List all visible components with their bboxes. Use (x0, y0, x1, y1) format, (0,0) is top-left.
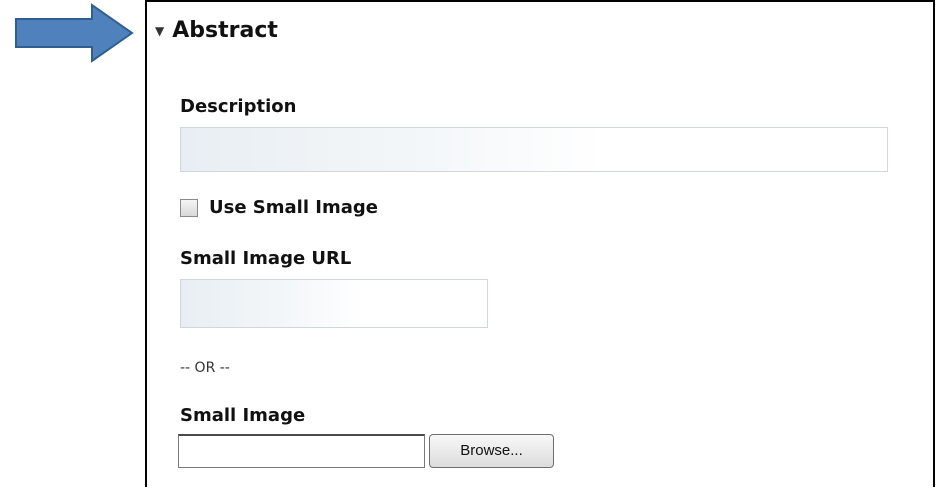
description-field[interactable] (180, 127, 888, 172)
small-image-file-input[interactable] (178, 434, 425, 468)
screen: ▼ Abstract Description Use Small Image S… (0, 0, 941, 488)
browse-button[interactable]: Browse... (429, 434, 554, 468)
or-separator: -- OR -- (180, 360, 230, 376)
small-image-url-label: Small Image URL (180, 248, 352, 269)
use-small-image-label: Use Small Image (209, 197, 378, 218)
small-image-url-field[interactable] (180, 279, 488, 328)
section-title: Abstract (172, 18, 278, 43)
small-image-label: Small Image (180, 405, 306, 426)
triangle-down-icon[interactable]: ▼ (155, 25, 164, 37)
abstract-section-header[interactable]: ▼ Abstract (155, 18, 278, 43)
arrow-right-icon (15, 3, 134, 63)
use-small-image-checkbox[interactable] (180, 199, 198, 217)
description-label: Description (180, 96, 297, 117)
abstract-panel: ▼ Abstract Description Use Small Image S… (145, 0, 935, 487)
